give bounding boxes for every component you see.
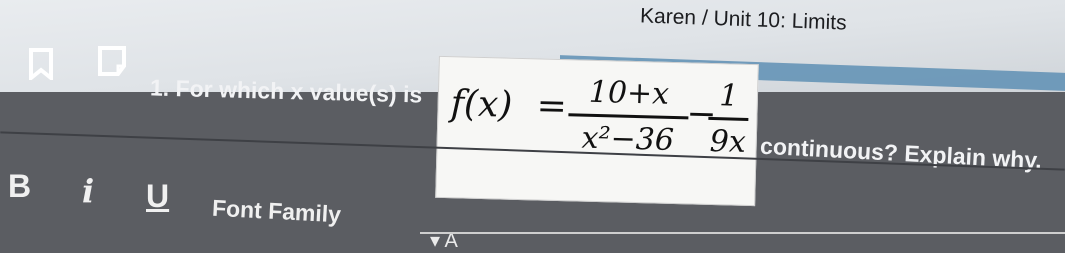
- fraction-one-numerator: 10+x: [588, 74, 670, 112]
- fraction-one: 10+x x²−36: [567, 74, 689, 158]
- font-family-dropdown[interactable]: Font Family: [211, 195, 341, 229]
- fraction-two-denominator: 9x: [709, 123, 747, 160]
- italic-button[interactable]: i: [82, 172, 94, 210]
- fraction-two-numerator: 1: [718, 78, 739, 114]
- bold-button[interactable]: B: [8, 168, 31, 205]
- underline-button[interactable]: U: [146, 178, 169, 215]
- formula-equals: =: [536, 85, 568, 128]
- flag-icon[interactable]: [96, 44, 130, 78]
- formula-box: f(x) = 10+x x²−36 − 1 9x: [435, 55, 759, 207]
- question-prefix: 1. For which x value(s) is: [149, 74, 423, 108]
- fraction-two: 1 9x: [707, 78, 749, 160]
- bookmark-icon[interactable]: [28, 48, 54, 83]
- editor-divider: [420, 232, 1065, 234]
- formula-lhs: f(x): [450, 83, 513, 126]
- fraction-one-bar: [568, 113, 689, 120]
- fraction-two-bar: [708, 116, 749, 121]
